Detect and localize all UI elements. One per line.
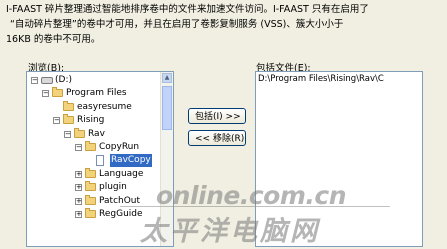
drive-icon: [41, 77, 53, 84]
watermark-english: online.com.cn: [156, 181, 347, 210]
watermark-chinese: 太平洋电脑网: [140, 216, 320, 247]
scroll-thumb[interactable]: [162, 86, 172, 130]
description-line-3: 16KB 的卷中不可用。: [6, 34, 101, 45]
description-line-2: “自动碎片整理”的卷中才可用，并且在启用了卷影复制服务 (VSS)、簇大小小于: [10, 19, 344, 30]
tree-node-label: Language: [99, 168, 144, 179]
tree-node[interactable]: − Rising: [27, 114, 163, 127]
expand-icon[interactable]: +: [75, 170, 82, 178]
tree-node[interactable]: − Program Files: [27, 87, 163, 100]
folder-icon: [85, 141, 96, 151]
collapse-icon[interactable]: −: [75, 144, 82, 151]
tree-node-label: RavCopy: [110, 154, 152, 168]
description-text: I-FAAST 碎片整理通过智能地排序卷中的文件来加速文件访问。I-FAAST …: [6, 2, 442, 47]
collapse-icon[interactable]: −: [64, 130, 71, 138]
tree-node-label: Rav: [88, 128, 105, 139]
tree-node[interactable]: − Rav: [27, 127, 163, 141]
expand-icon[interactable]: +: [75, 184, 82, 192]
expand-icon[interactable]: +: [75, 197, 82, 205]
folder-icon: [52, 87, 63, 98]
expand-icon[interactable]: +: [75, 211, 82, 218]
tree-node-label: Rising: [77, 115, 105, 126]
folder-icon: [63, 114, 74, 125]
tree-node-label: (D:): [55, 75, 72, 85]
folder-icon: [85, 208, 96, 218]
tree-node[interactable]: − (D:): [27, 74, 163, 87]
collapse-icon[interactable]: −: [31, 77, 38, 84]
folder-icon: [74, 127, 85, 138]
folder-icon: [85, 181, 96, 192]
tree-node-label: plugin: [99, 182, 127, 193]
folder-icon: [63, 100, 74, 111]
remove-button[interactable]: << 移除(R): [188, 130, 246, 146]
tree-node[interactable]: RavCopy: [27, 154, 163, 168]
tree-node-label: easyresume: [77, 101, 132, 112]
file-icon: [96, 155, 104, 167]
folder-icon: [85, 194, 96, 205]
tree-node[interactable]: easyresume: [27, 100, 163, 114]
included-file-item[interactable]: D:\Program Files\Rising\Rav\C: [258, 74, 384, 84]
tree-node[interactable]: + Language: [27, 167, 163, 181]
description-line-1: I-FAAST 碎片整理通过智能地排序卷中的文件来加速文件访问。I-FAAST …: [6, 4, 369, 15]
tree-node[interactable]: + plugin: [27, 181, 163, 194]
tree-node[interactable]: − CopyRun: [27, 141, 163, 154]
tree-node-label: RegGuide: [99, 209, 143, 219]
tree-node-label: Program Files: [66, 88, 127, 99]
tree-node-label: CopyRun: [99, 142, 140, 152]
include-button[interactable]: 包括(I) >>: [188, 108, 246, 124]
scroll-up-arrow-icon[interactable]: ▲: [162, 73, 172, 83]
collapse-icon[interactable]: −: [53, 117, 60, 125]
folder-icon: [85, 167, 96, 178]
collapse-icon[interactable]: −: [42, 90, 49, 98]
